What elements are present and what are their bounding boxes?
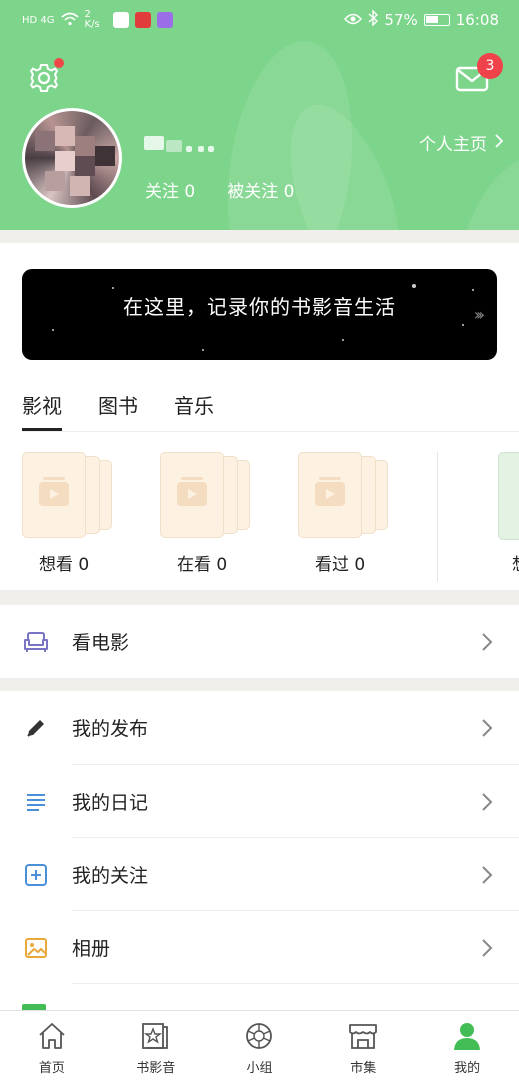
tabs-divider — [22, 431, 519, 432]
pencil-icon — [22, 714, 50, 742]
collection-watching[interactable]: 在看 0 — [160, 452, 260, 575]
triple-chevron-icon: ››› — [473, 305, 485, 324]
collection-divider — [437, 452, 438, 582]
battery-percent: 57% — [384, 11, 418, 29]
homepage-link[interactable]: 个人主页 — [419, 130, 504, 155]
collection-peek-card[interactable] — [498, 452, 519, 540]
album-row[interactable]: 相册 — [0, 911, 519, 984]
nickname-blurred — [144, 130, 216, 154]
person-icon — [454, 1023, 481, 1050]
my-follows-row[interactable]: 我的关注 — [0, 838, 519, 911]
my-diary-row[interactable]: 我的日记 — [0, 765, 519, 838]
followers-count[interactable]: 被关注 0 — [227, 177, 294, 202]
chevron-right-icon — [482, 718, 493, 737]
collection-label: 看过 0 — [315, 555, 366, 575]
clock: 16:08 — [455, 11, 499, 29]
section-gap — [0, 590, 519, 605]
nav-label: 小组 — [246, 1061, 273, 1076]
nav-label: 市集 — [350, 1061, 377, 1076]
record-banner[interactable]: 在这里，记录你的书影音生活 ››› — [22, 269, 497, 360]
profile-header: HD 4G 2 K/s 57% 16:08 3 关注 0 被关注 0 个人主页 — [0, 0, 519, 230]
video-play-icon — [39, 477, 69, 506]
chevron-right-icon — [482, 938, 493, 957]
mail-badge: 3 — [477, 53, 503, 79]
video-play-icon — [315, 477, 345, 506]
chevron-right-icon — [482, 865, 493, 884]
group-icon — [246, 1023, 273, 1049]
status-bar: HD 4G 2 K/s 57% 16:08 — [0, 0, 519, 40]
eye-icon — [344, 11, 363, 29]
collection-watched[interactable]: 看过 0 — [298, 452, 398, 575]
settings-notification-dot — [54, 58, 64, 68]
album-label: 相册 — [72, 938, 111, 960]
collection-peek-label: 想 — [512, 550, 519, 575]
homepage-label: 个人主页 — [419, 135, 487, 155]
section-gap — [0, 678, 519, 691]
follow-stats: 关注 0 被关注 0 — [145, 177, 294, 202]
following-count[interactable]: 关注 0 — [145, 177, 195, 202]
home-icon — [39, 1023, 65, 1049]
battery-icon — [423, 14, 450, 26]
bottom-nav: 首页 书影音 小组 市集 我的 — [0, 1010, 519, 1080]
avatar[interactable] — [22, 108, 122, 208]
network-indicator: HD 4G — [22, 14, 55, 26]
nav-home[interactable]: 首页 — [0, 1011, 104, 1080]
banner-text: 在这里，记录你的书影音生活 — [123, 295, 396, 319]
sofa-icon — [22, 628, 50, 656]
toutiao-icon — [134, 12, 151, 28]
tab-music[interactable]: 音乐 — [174, 390, 214, 431]
video-play-icon — [177, 477, 207, 506]
nav-mine[interactable]: 我的 — [415, 1011, 519, 1080]
chevron-right-icon — [482, 792, 493, 811]
collection-label: 想看 0 — [39, 555, 90, 575]
row-divider — [72, 983, 519, 984]
nav-label: 首页 — [38, 1061, 65, 1076]
tab-movies[interactable]: 影视 — [22, 390, 62, 431]
photo-icon — [22, 934, 50, 962]
nav-label: 书影音 — [136, 1061, 176, 1076]
my-follows-label: 我的关注 — [72, 865, 149, 887]
my-posts-label: 我的发布 — [72, 718, 149, 740]
chevron-right-icon — [495, 133, 504, 153]
nav-market[interactable]: 市集 — [311, 1011, 415, 1080]
app-icon — [156, 12, 173, 28]
collection-want[interactable]: 想看 0 — [22, 452, 122, 575]
chevron-right-icon — [482, 632, 493, 651]
bluetooth-icon — [368, 9, 379, 30]
shop-icon — [349, 1024, 378, 1049]
nav-label: 我的 — [454, 1061, 481, 1076]
nav-group[interactable]: 小组 — [208, 1011, 312, 1080]
nav-media[interactable]: 书影音 — [104, 1011, 208, 1080]
lines-icon — [22, 788, 50, 816]
star-book-icon — [141, 1023, 168, 1049]
wifi-icon — [60, 12, 79, 29]
collection-label: 在看 0 — [177, 555, 228, 575]
media-tabs: 影视 图书 音乐 — [22, 390, 214, 431]
tab-books[interactable]: 图书 — [98, 390, 138, 431]
my-diary-label: 我的日记 — [72, 792, 149, 814]
watch-movie-label: 看电影 — [72, 632, 130, 654]
my-posts-row[interactable]: 我的发布 — [0, 691, 519, 764]
watch-movie-row[interactable]: 看电影 — [0, 605, 519, 678]
plus-box-icon — [22, 861, 50, 889]
section-gap — [0, 230, 519, 243]
net-speed: 2 K/s — [84, 9, 100, 30]
app-icon — [112, 12, 129, 28]
